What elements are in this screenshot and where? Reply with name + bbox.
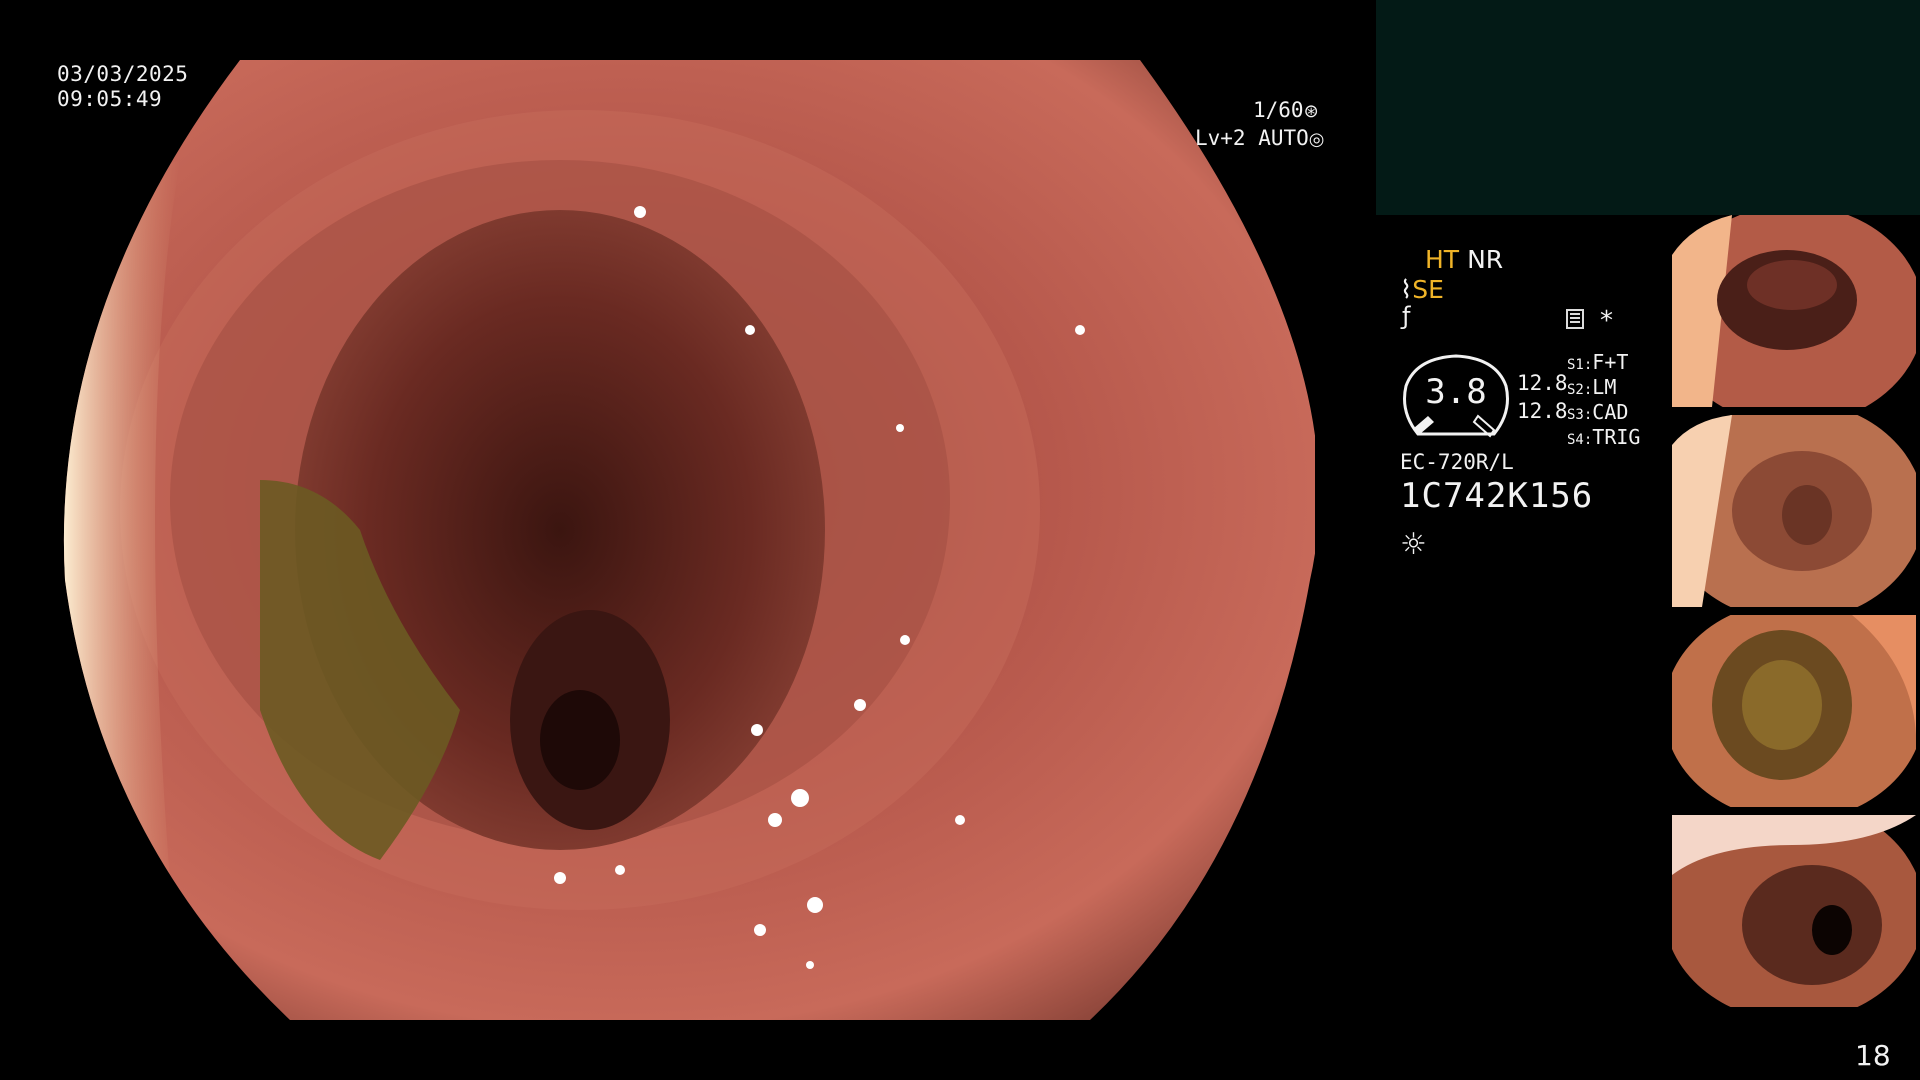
level-readout: Lv+2 AUTO◎ [1195, 126, 1325, 150]
auto-iris-icon: ◎ [1308, 129, 1325, 150]
thumbnail-3[interactable] [1672, 615, 1916, 807]
switch-key: S4: [1567, 432, 1593, 448]
switch-key: S1: [1567, 357, 1593, 373]
ht-nr-row: HT NR [1425, 245, 1503, 274]
scope-model: EC-720R/L [1400, 450, 1514, 474]
endoscope-view [60, 60, 1315, 1020]
switch-s3: S3:CAD [1567, 400, 1628, 424]
aperture-icon: ⊛ [1303, 101, 1319, 122]
switch-value: F+T [1592, 350, 1629, 374]
scope-serial: 1C742K156 [1400, 476, 1594, 516]
switch-s1: S1:F+T [1567, 350, 1628, 374]
date-label: 03/03/2025 [57, 62, 189, 86]
shutter-readout: 1/60⊛ [1253, 98, 1319, 122]
se-row: ⌇SE [1400, 275, 1444, 304]
zoom-value-bottom: 12.8 [1517, 399, 1568, 423]
timestamp: 03/03/2025 09:05:49 [57, 62, 188, 112]
thumbnail-1[interactable] [1672, 215, 1916, 407]
switch-value: CAD [1592, 400, 1629, 424]
zoom-value-top: 12.8 [1517, 371, 1568, 395]
sun-icon: ☼ [1400, 527, 1427, 562]
nr-label: NR [1467, 245, 1504, 274]
switch-value: TRIG [1592, 425, 1641, 449]
info-banner [1376, 0, 1920, 215]
switch-s2: S2:LM [1567, 375, 1616, 399]
thumbnail-2[interactable] [1672, 415, 1916, 607]
scope-mode-icon: ⌇ [1400, 275, 1413, 304]
memory-icon [1566, 309, 1584, 329]
thumbnail-4[interactable] [1672, 815, 1916, 1007]
level-label: Lv+2 AUTO [1195, 126, 1309, 150]
ht-label: HT [1425, 245, 1460, 274]
se-label: SE [1412, 275, 1444, 304]
star-label: * [1600, 306, 1613, 336]
switch-value: LM [1592, 375, 1617, 399]
page-number: 18 [1855, 1039, 1891, 1072]
shutter-label: 1/60 [1253, 98, 1304, 122]
switch-key: S2: [1567, 382, 1593, 398]
switch-key: S3: [1567, 407, 1593, 423]
time-label: 09:05:49 [57, 87, 163, 111]
freeze-icon: ƒ [1402, 302, 1411, 330]
colon-image [63, 60, 1315, 1020]
switch-s4: S4:TRIG [1567, 425, 1640, 449]
gauge-value: 3.8 [1425, 372, 1487, 412]
